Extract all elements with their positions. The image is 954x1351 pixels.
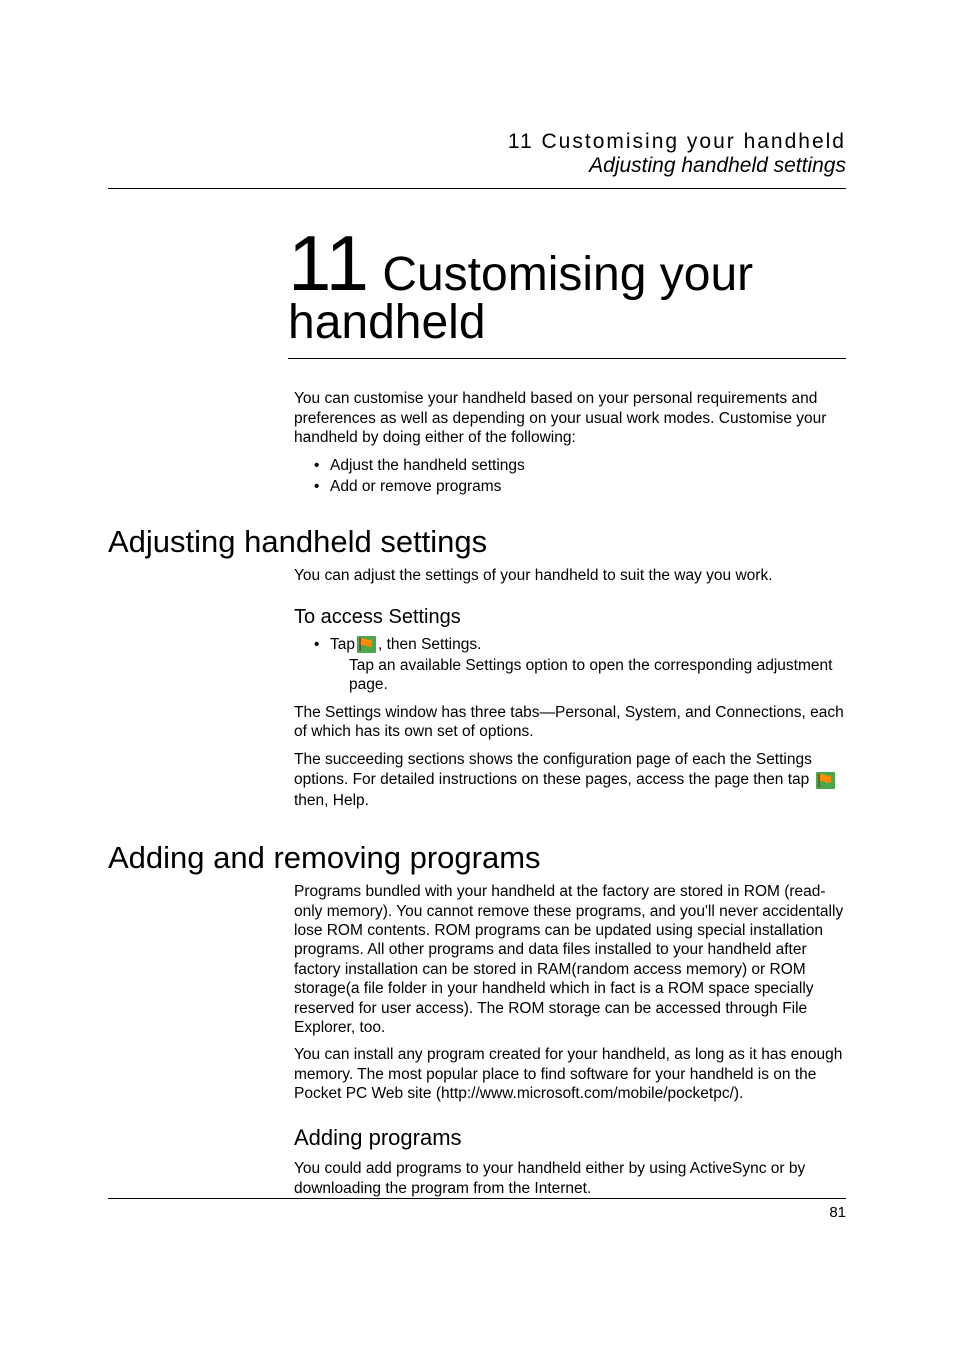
list-item: Adjust the handheld settings [314, 456, 846, 475]
section2-sub-content: You could add programs to your handheld … [294, 1159, 846, 1198]
header-subsection: Adjusting handheld settings [108, 154, 846, 178]
page-header: 11 Customising your handheld Adjusting h… [108, 130, 846, 189]
chapter-number: 11 [288, 219, 369, 307]
intro-paragraph: You can customise your handheld based on… [294, 389, 846, 447]
start-menu-icon [357, 636, 376, 653]
section-heading-adding-removing: Adding and removing programs [108, 840, 846, 876]
chapter-title-text-1: Customising your [369, 248, 753, 301]
body-text: Programs bundled with your handheld at t… [294, 882, 846, 1037]
section-heading-adjusting: Adjusting handheld settings [108, 524, 846, 560]
header-section: 11 Customising your handheld [108, 130, 846, 154]
chapter-title: 11 Customising your handheld [288, 224, 846, 359]
body-text: You can adjust the settings of your hand… [294, 566, 846, 585]
list-item: Add or remove programs [314, 477, 846, 496]
body-text-pre: The succeeding sections shows the config… [294, 751, 814, 789]
start-menu-icon [816, 772, 835, 789]
subheading-adding-programs: Adding programs [294, 1125, 846, 1151]
section2-content: Programs bundled with your handheld at t… [294, 882, 846, 1103]
step-subtext: Tap an available Settings option to open… [349, 656, 846, 695]
step-text-post: , then Settings. [378, 635, 481, 654]
intro-bullet-list: Adjust the handheld settings Add or remo… [314, 456, 846, 497]
body-text: The succeeding sections shows the config… [294, 750, 846, 813]
body-text: You can install any program created for … [294, 1045, 846, 1103]
intro-block: You can customise your handheld based on… [294, 389, 846, 496]
body-text: You could add programs to your handheld … [294, 1159, 846, 1198]
bullet-dot: • [314, 635, 330, 654]
section1-content: You can adjust the settings of your hand… [294, 566, 846, 585]
body-text: The Settings window has three tabs—Perso… [294, 703, 846, 742]
page-footer: 81 [108, 1198, 846, 1221]
section1-steps: • Tap , then Settings. Tap an available … [294, 635, 846, 813]
step-text-pre: Tap [330, 635, 355, 654]
step-item: • Tap , then Settings. [314, 635, 846, 654]
chapter-title-text-2: handheld [288, 298, 846, 348]
subheading-access-settings: To access Settings [294, 606, 846, 629]
body-text-post: then, Help. [294, 792, 369, 809]
page-number: 81 [829, 1204, 846, 1221]
document-page: 11 Customising your handheld Adjusting h… [0, 0, 954, 1351]
